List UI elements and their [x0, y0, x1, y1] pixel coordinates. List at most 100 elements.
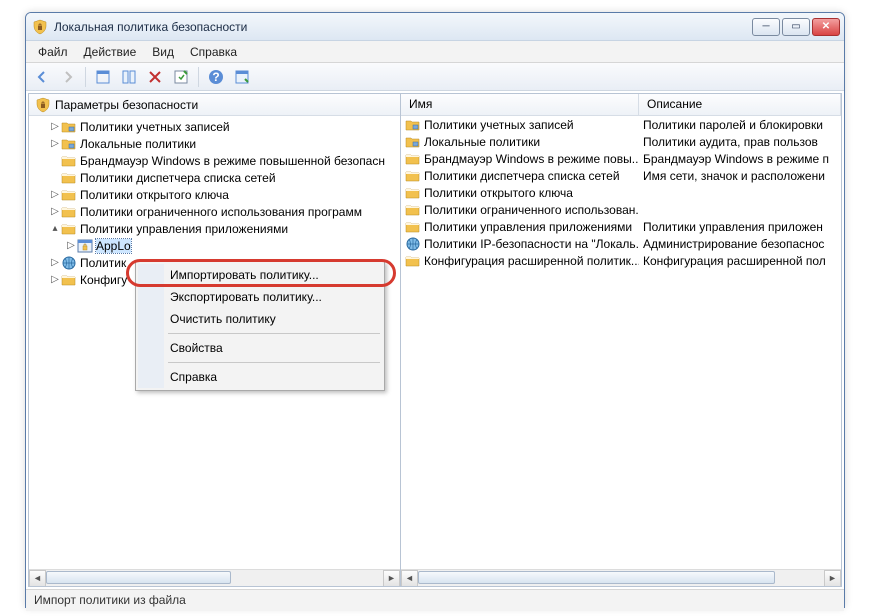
folder-icon: [405, 168, 421, 184]
tree-label[interactable]: Политики открытого ключа: [80, 188, 229, 202]
list-row[interactable]: Конфигурация расширенной политик...Конфи…: [401, 252, 841, 269]
main-window: Локальная политика безопасности ─ ▭ ✕ Фа…: [25, 12, 845, 608]
list-hscroll[interactable]: ◄ ►: [401, 569, 841, 586]
tree-node[interactable]: ▷ Локальные политики: [29, 135, 400, 152]
maximize-button[interactable]: ▭: [782, 18, 810, 36]
list-view[interactable]: Политики учетных записейПолитики паролей…: [401, 116, 841, 569]
folder-icon: [61, 153, 77, 169]
list-row[interactable]: Локальные политики Политики аудита, прав …: [401, 133, 841, 150]
menu-view[interactable]: Вид: [144, 43, 182, 61]
tree-label[interactable]: Политики диспетчера списка сетей: [80, 171, 276, 185]
tree-node[interactable]: ▷ Политики ограниченного использования пр…: [29, 203, 400, 220]
list-desc: Брандмауэр Windows в режиме п: [639, 152, 841, 166]
tree-label[interactable]: Конфигу: [80, 273, 127, 287]
list-name: Конфигурация расширенной политик...: [424, 254, 639, 268]
col-desc[interactable]: Описание: [639, 94, 841, 115]
folder-group-icon: [405, 117, 421, 133]
menubar: Файл Действие Вид Справка: [26, 41, 844, 63]
scroll-left-icon[interactable]: ◄: [401, 570, 418, 587]
expand-icon[interactable]: ▴: [49, 223, 61, 234]
context-menu[interactable]: Импортировать политику...Экспортировать …: [135, 261, 385, 391]
shield-icon: [35, 97, 51, 113]
globe-icon: [405, 236, 421, 252]
list-row[interactable]: Политики IP-безопасности на "Локаль...Ад…: [401, 235, 841, 252]
tree-node[interactable]: Брандмауэр Windows в режиме повышенной б…: [29, 152, 400, 169]
list-row[interactable]: Политики диспетчера списка сетей Имя сети…: [401, 167, 841, 184]
toolbar-props[interactable]: [169, 66, 193, 88]
tree-node[interactable]: ▷ AppLo: [29, 237, 400, 254]
menu-item[interactable]: Свойства: [138, 337, 382, 359]
menu-item[interactable]: Очистить политику: [138, 308, 382, 330]
tree-label[interactable]: Политик: [80, 256, 126, 270]
toolbar-up[interactable]: [91, 66, 115, 88]
list-name: Политики ограниченного использован...: [424, 203, 639, 217]
list-desc: Политики аудита, прав пользов: [639, 135, 841, 149]
menu-file[interactable]: Файл: [30, 43, 76, 61]
tree-label[interactable]: Политики ограниченного использования про…: [80, 205, 362, 219]
folder-icon: [405, 253, 421, 269]
list-desc: Конфигурация расширенной пол: [639, 254, 841, 268]
tree-node[interactable]: Политики диспетчера списка сетей: [29, 169, 400, 186]
tree-label[interactable]: AppLo: [96, 239, 131, 253]
toolbar-help[interactable]: [204, 66, 228, 88]
folder-icon: [61, 204, 77, 220]
globe-icon: [61, 255, 77, 271]
expand-icon[interactable]: ▷: [49, 206, 61, 217]
toolbar: [26, 63, 844, 91]
list-header[interactable]: Имя Описание: [401, 94, 841, 116]
tree-node[interactable]: ▷ Политики открытого ключа: [29, 186, 400, 203]
menu-action[interactable]: Действие: [76, 43, 145, 61]
menu-item[interactable]: Справка: [138, 366, 382, 388]
list-name: Политики учетных записей: [424, 118, 574, 132]
menu-item[interactable]: Импортировать политику...: [138, 264, 382, 286]
list-row[interactable]: Брандмауэр Windows в режиме повы...Бранд…: [401, 150, 841, 167]
list-row[interactable]: Политики управления приложениямиПолитики…: [401, 218, 841, 235]
expand-icon[interactable]: ▷: [65, 240, 77, 251]
expand-icon[interactable]: ▷: [49, 257, 61, 268]
tree-label[interactable]: Брандмауэр Windows в режиме повышенной б…: [80, 154, 385, 168]
toolbar-forward[interactable]: [56, 66, 80, 88]
list-row[interactable]: Политики ограниченного использован...: [401, 201, 841, 218]
tree-hscroll[interactable]: ◄ ►: [29, 569, 400, 586]
folder-group-icon: [61, 136, 77, 152]
list-row[interactable]: Политики открытого ключа: [401, 184, 841, 201]
list-desc: Имя сети, значок и расположени: [639, 169, 841, 183]
folder-icon: [405, 151, 421, 167]
col-name[interactable]: Имя: [401, 94, 639, 115]
folder-icon: [61, 187, 77, 203]
toolbar-back[interactable]: [30, 66, 54, 88]
scroll-right-icon[interactable]: ►: [824, 570, 841, 587]
tree-label[interactable]: Локальные политики: [80, 137, 196, 151]
list-name: Политики открытого ключа: [424, 186, 573, 200]
tree-label[interactable]: Политики управления приложениями: [80, 222, 288, 236]
expand-icon[interactable]: ▷: [49, 121, 61, 132]
folder-icon: [405, 202, 421, 218]
list-name: Политики диспетчера списка сетей: [424, 169, 620, 183]
folder-group-icon: [405, 134, 421, 150]
menu-help[interactable]: Справка: [182, 43, 245, 61]
menu-separator: [168, 333, 380, 334]
menu-item[interactable]: Экспортировать политику...: [138, 286, 382, 308]
list-name: Локальные политики: [424, 135, 540, 149]
expand-icon[interactable]: ▷: [49, 138, 61, 149]
toolbar-help2[interactable]: [230, 66, 254, 88]
expand-icon[interactable]: ▷: [49, 189, 61, 200]
status-text: Импорт политики из файла: [34, 593, 186, 607]
expand-icon[interactable]: ▷: [49, 274, 61, 285]
scroll-right-icon[interactable]: ►: [383, 570, 400, 587]
folder-icon: [405, 219, 421, 235]
tree-node[interactable]: ▷ Политики учетных записей: [29, 118, 400, 135]
list-row[interactable]: Политики учетных записейПолитики паролей…: [401, 116, 841, 133]
toolbar-pane[interactable]: [117, 66, 141, 88]
toolbar-delete[interactable]: [143, 66, 167, 88]
app-icon: [32, 19, 48, 35]
close-button[interactable]: ✕: [812, 18, 840, 36]
scroll-left-icon[interactable]: ◄: [29, 570, 46, 587]
titlebar[interactable]: Локальная политика безопасности ─ ▭ ✕: [26, 13, 844, 41]
tree-header[interactable]: Параметры безопасности: [29, 94, 400, 116]
tree-node[interactable]: ▴ Политики управления приложениями: [29, 220, 400, 237]
minimize-button[interactable]: ─: [752, 18, 780, 36]
applocker-icon: [77, 238, 93, 254]
list-desc: Администрирование безопаснос: [639, 237, 841, 251]
tree-label[interactable]: Политики учетных записей: [80, 120, 230, 134]
